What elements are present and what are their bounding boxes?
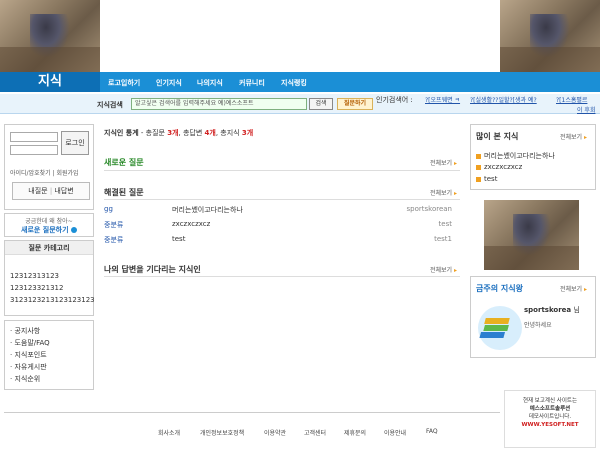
bullet-icon [476, 176, 481, 182]
popular-term-1[interactable]: ?[오프웨면 ㅋ [425, 95, 460, 104]
menu-item-ranking[interactable]: · 지식순위 [10, 374, 40, 384]
demo-site-notice[interactable]: 현재 보고계신 사이트는 예스소프트솔루션 데모사이트입니다. WWW.YESO… [504, 390, 596, 448]
menu-item-notice[interactable]: · 공지사항 [10, 326, 40, 336]
popular-term-3[interactable]: ?[1스홈펼르 [556, 95, 587, 104]
question-author: test1 [434, 235, 452, 243]
login-button[interactable]: 로그인 [61, 131, 89, 155]
search-label: 지식검색 [97, 101, 123, 109]
nav-item-ranking[interactable]: 지식랭킹 [281, 78, 307, 88]
category-title: 질문 카테고리 [5, 241, 93, 255]
more-link-weekly[interactable]: 전체보기 ▸ [560, 284, 587, 293]
header-photo-right [500, 0, 600, 72]
section-waiting-answers: 나의 답변을 기다리는 지식인 [104, 265, 201, 274]
divider [104, 276, 460, 277]
bullet-icon [476, 153, 481, 159]
ask-promo-line1: 궁금한데 왜 참아~ [25, 218, 73, 225]
menu-item-board[interactable]: · 자유게시판 [10, 362, 47, 372]
nav-item-popular[interactable]: 인기지식 [156, 78, 182, 88]
category-item[interactable]: 12312313123 [10, 272, 59, 280]
weekly-king-greeting: 안녕하세요 [524, 322, 552, 329]
popular-search-label: 인기검색어 : [376, 96, 413, 104]
weekly-king-title: 금주의 지식왕 [476, 284, 523, 293]
nav-item-community[interactable]: 커뮤니티 [239, 78, 265, 88]
search-input[interactable]: 알고싶은 검색어를 입력해주세요 예)예스소프트 [131, 98, 307, 110]
footer-link-faq[interactable]: FAQ [426, 428, 438, 435]
ad-line2: 예스소프트솔루션 [529, 406, 571, 412]
search-button[interactable]: 검색 [309, 98, 333, 110]
ask-promo[interactable]: 궁금한데 왜 참아~ 새로운 질문하기 [4, 213, 94, 237]
footer-link-terms[interactable]: 이용약관 [264, 428, 286, 437]
popular-knowledge-title: 많이 본 지식 [476, 132, 519, 141]
ask-promo-line2: 새로운 질문하기 [5, 225, 93, 235]
popular-term-4[interactable]: 이 후회 [577, 105, 595, 114]
footer-link-support[interactable]: 고객센터 [304, 428, 326, 437]
section-solved-questions: 해결된 질문 [104, 188, 144, 197]
books-icon [478, 306, 522, 350]
more-link-popular[interactable]: 전체보기 ▸ [560, 132, 587, 141]
more-link-waiting[interactable]: 전체보기 ▸ [430, 265, 457, 274]
weekly-king-user[interactable]: sportskorea 님 [524, 305, 580, 315]
header-photo-left [0, 0, 100, 72]
category-item[interactable]: 3123123213123123123 [10, 296, 95, 304]
ad-url: WWW.YESOFT.NET [521, 422, 579, 428]
footer-link-partner[interactable]: 제휴문의 [344, 428, 366, 437]
question-category[interactable]: 중분류 [104, 220, 123, 230]
footer-link-guide[interactable]: 이용안내 [384, 428, 406, 437]
divider [104, 199, 460, 200]
question-category[interactable]: gg [104, 205, 113, 213]
question-category[interactable]: 중분류 [104, 235, 123, 245]
sidebar-photo [484, 200, 579, 270]
nav-item-mine[interactable]: 나의지식 [197, 78, 223, 88]
stats-line: 지식인 통계 - 총질문 3개, 총답변 4개, 총지식 3개 [104, 129, 254, 137]
ask-question-button[interactable]: 질문하기 [337, 98, 373, 110]
popular-item[interactable]: test [476, 175, 497, 183]
stats-questions: 3개 [167, 129, 179, 137]
question-title[interactable]: test [172, 235, 185, 243]
arrow-circle-icon [70, 227, 77, 233]
section-new-questions: 새로운 질문 [104, 158, 144, 167]
footer-link-privacy[interactable]: 개인정보보호정책 [200, 428, 244, 437]
popular-term-2[interactable]: ?[실생활??일할?[생과 예? [470, 95, 537, 104]
stats-answers: 4개 [204, 129, 216, 137]
question-author: sportskorean [406, 205, 453, 213]
footer-divider [4, 412, 500, 413]
password-field[interactable] [10, 145, 58, 155]
question-title[interactable]: 머리는쎘이고다리는하나 [172, 205, 243, 215]
popular-item[interactable]: 머리는쎘이고다리는하나 [476, 151, 555, 161]
my-questions-button[interactable]: 내질문 [28, 187, 47, 195]
bullet-icon [476, 164, 481, 170]
ad-line3: 데모사이트입니다. [528, 414, 572, 420]
question-title[interactable]: zxczxczxcz [172, 220, 210, 228]
my-answers-button[interactable]: 내답변 [54, 187, 73, 195]
menu-item-points[interactable]: · 지식포인트 [10, 350, 47, 360]
divider [104, 170, 460, 171]
menu-item-help[interactable]: · 도움말/FAQ [10, 338, 50, 348]
more-link-solved[interactable]: 전체보기 ▸ [430, 188, 457, 197]
footer-link-about[interactable]: 회사소개 [158, 428, 180, 437]
my-qa-buttons: 내질문 | 내답변 [12, 182, 90, 200]
username-field[interactable] [10, 132, 58, 142]
find-account-link[interactable]: 아이디/암호찾기 | 회원가입 [10, 168, 79, 177]
popular-item[interactable]: zxczxczxcz [476, 163, 522, 171]
category-item[interactable]: 123123321312 [10, 284, 63, 292]
ask-promo-text: 새로운 질문하기 [21, 226, 69, 234]
stats-knowledge: 3개 [241, 129, 254, 137]
question-author: test [438, 220, 452, 228]
more-link-new[interactable]: 전체보기 ▸ [430, 158, 457, 167]
brand-title[interactable]: 지식 [0, 72, 100, 92]
nav-item-home[interactable]: 로고입하기 [108, 78, 140, 88]
ad-line1: 현재 보고계신 사이트는 [522, 398, 578, 404]
stats-label: 지식인 통계 [104, 129, 139, 137]
